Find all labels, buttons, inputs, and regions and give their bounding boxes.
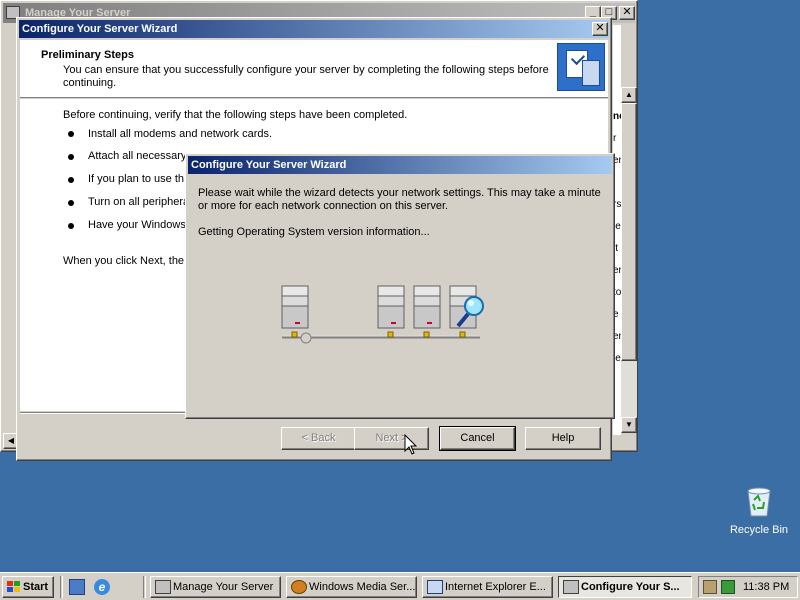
- scroll-down-arrow-icon[interactable]: ▼: [621, 417, 637, 433]
- manage-server-vscrollbar[interactable]: ▲ ▼: [621, 87, 637, 433]
- tools-tray-icon[interactable]: [721, 580, 735, 594]
- server-icon: [377, 285, 405, 338]
- clock[interactable]: 11:38 PM: [743, 577, 789, 597]
- progress-dialog-title: Configure Your Server Wizard: [191, 159, 347, 171]
- show-desktop-icon[interactable]: [69, 579, 85, 595]
- header-subtitle: You can ensure that you successfully con…: [63, 64, 549, 89]
- system-tray: 11:38 PM: [698, 576, 798, 598]
- right-fragment: ne: [613, 111, 621, 122]
- task-configure-your-server[interactable]: Configure Your S...: [558, 576, 692, 598]
- help-button[interactable]: Help: [525, 427, 601, 450]
- wizard-icon: [563, 580, 579, 594]
- server-icon: [155, 580, 171, 594]
- progress-dialog: Configure Your Server Wizard Please wait…: [185, 153, 615, 419]
- internet-explorer-icon[interactable]: e: [94, 579, 110, 595]
- task-label: Windows Media Ser...: [309, 581, 416, 593]
- header-title: Preliminary Steps: [41, 49, 134, 61]
- progress-dialog-titlebar[interactable]: Configure Your Server Wizard: [188, 156, 612, 174]
- internet-explorer-icon: [427, 580, 443, 594]
- recycle-bin-icon: [747, 487, 771, 517]
- network-detection-animation: [281, 285, 484, 344]
- wizard-close-button[interactable]: ✕: [592, 22, 608, 36]
- recycle-bin[interactable]: Recycle Bin: [724, 486, 794, 542]
- task-windows-media-services[interactable]: Windows Media Ser...: [286, 576, 417, 598]
- bullet-icon: [68, 177, 74, 183]
- footer-text: When you click Next, the: [63, 255, 185, 267]
- wizard-header-icon: [557, 43, 605, 91]
- task-label: Configure Your S...: [581, 581, 680, 593]
- bullet-icon: [68, 200, 74, 206]
- task-label: Manage Your Server: [173, 581, 274, 593]
- task-internet-explorer[interactable]: Internet Explorer E...: [422, 576, 553, 598]
- bullet-icon: [68, 154, 74, 160]
- wizard-header: Preliminary Steps You can ensure that yo…: [20, 40, 608, 98]
- intro-text: Before continuing, verify that the follo…: [63, 109, 408, 121]
- step-item: Install all modems and network cards.: [88, 128, 273, 140]
- right-fragment: r: [613, 133, 617, 144]
- quick-launch-divider: [143, 576, 146, 598]
- wizard-titlebar[interactable]: Configure Your Server Wizard: [19, 20, 609, 38]
- progress-message: Please wait while the wizard detects you…: [198, 187, 601, 212]
- media-services-icon: [291, 580, 307, 594]
- scroll-thumb[interactable]: [621, 103, 637, 361]
- bullet-icon: [68, 223, 74, 229]
- back-button[interactable]: < Back: [281, 427, 356, 450]
- mouse-cursor-icon: [404, 434, 418, 455]
- windows-logo-icon: [7, 581, 21, 593]
- task-manage-your-server[interactable]: Manage Your Server: [150, 576, 281, 598]
- wizard-title: Configure Your Server Wizard: [22, 23, 178, 35]
- cancel-button[interactable]: Cancel: [439, 426, 516, 451]
- progress-status: Getting Operating System version informa…: [198, 226, 430, 238]
- start-button[interactable]: Start: [2, 576, 54, 598]
- step-item: If you plan to use th: [88, 173, 185, 185]
- step-item: Have your Windows: [88, 219, 186, 231]
- task-label: Internet Explorer E...: [445, 581, 546, 593]
- start-label: Start: [23, 581, 49, 593]
- bullet-icon: [68, 131, 74, 137]
- network-tray-icon[interactable]: [703, 580, 717, 594]
- step-item: Turn on all periphera: [88, 196, 190, 208]
- manage-server-close-button[interactable]: ✕: [619, 6, 635, 20]
- scroll-up-arrow-icon[interactable]: ▲: [621, 87, 637, 103]
- recycle-bin-label: Recycle Bin: [729, 524, 789, 536]
- quick-launch-divider: [60, 576, 63, 598]
- server-icon: [281, 285, 312, 344]
- server-icon: [413, 285, 441, 338]
